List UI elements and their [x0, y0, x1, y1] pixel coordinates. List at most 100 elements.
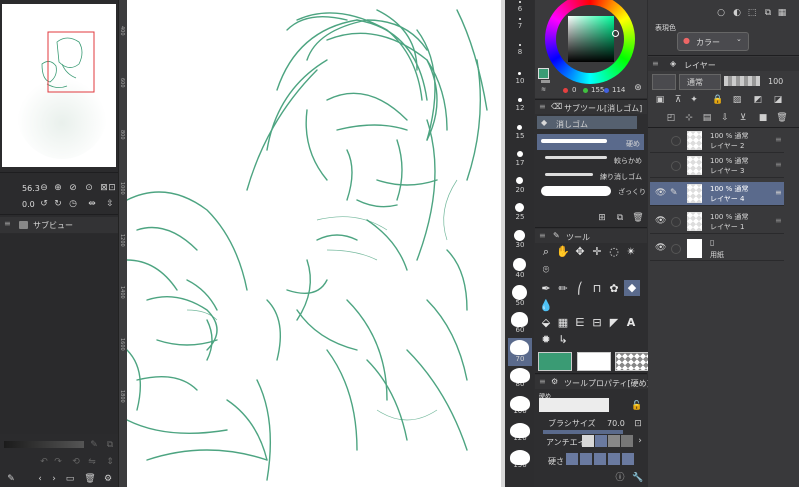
eye-icon[interactable]: 👁 [655, 188, 666, 198]
lock-icon[interactable]: 🔒 [712, 94, 724, 106]
brush-size-item[interactable]: 60 [508, 312, 532, 334]
subtool-item-label[interactable]: 硬め [626, 139, 640, 149]
hue-marker[interactable] [612, 30, 619, 37]
magic-wand-tool-icon[interactable]: ✴ [624, 245, 638, 259]
transparent-color-chip[interactable] [615, 352, 649, 371]
clip-icon[interactable]: ▣ [654, 94, 666, 106]
fill-view-icon[interactable]: ⊡ [106, 182, 118, 194]
blend-tool-icon[interactable]: 💧 [539, 299, 553, 313]
folder-icon[interactable]: ▭ [64, 473, 76, 485]
saturation-value-square[interactable] [568, 16, 614, 62]
wrench-icon[interactable]: 🔧 [632, 472, 644, 484]
hardness-level[interactable] [566, 453, 578, 465]
brush-size-item[interactable]: 150 [508, 450, 532, 469]
eye-icon[interactable]: 👁 [655, 243, 666, 253]
flip-icon[interactable]: ⇋ [86, 456, 98, 468]
brush-tool-icon[interactable]: ⎛ [573, 282, 587, 296]
decoration-tool-icon[interactable]: ✿ [607, 282, 621, 296]
sub-color-swatch[interactable] [541, 80, 550, 83]
navigator-preview[interactable] [2, 4, 116, 167]
menu-icon[interactable]: ≡ [4, 219, 11, 228]
brush-size-value[interactable]: 70.0 [607, 419, 625, 428]
eye-icon[interactable]: 👁 [655, 216, 666, 226]
lock-transparent-icon[interactable]: ▨ [731, 94, 743, 106]
actual-size-icon[interactable]: ⊙ [83, 182, 95, 194]
grid-icon[interactable]: ▦ [776, 7, 788, 19]
brush-size-item[interactable]: 120 [508, 423, 532, 442]
subview-area[interactable] [0, 234, 122, 434]
layer-mask-icon[interactable]: ■ [757, 112, 769, 124]
layer-row[interactable]: 100 % 通常 レイヤー 3 ≡ [650, 154, 784, 178]
antialias-option[interactable] [582, 435, 594, 447]
brush-size-item[interactable]: 100 [508, 396, 532, 415]
layer-row-selected[interactable]: 👁 ✎ 100 % 通常 レイヤー 4 ≡ [650, 182, 784, 206]
balloon-tool-icon[interactable]: ✹ [539, 333, 553, 347]
info-icon[interactable]: ⓘ [614, 472, 626, 484]
drag-handle-icon[interactable]: ≡ [775, 188, 782, 197]
import-icon[interactable]: ⧉ [104, 439, 116, 451]
menu-icon[interactable]: ≡ [539, 102, 546, 111]
layer-lock-toggle[interactable] [671, 217, 681, 227]
fit-to-window-icon[interactable]: ⊘ [67, 182, 79, 194]
brush-size-item[interactable]: 10 [508, 72, 532, 85]
move-tool-icon[interactable]: ✛ [590, 245, 604, 259]
layer-lock-toggle[interactable] [671, 136, 681, 146]
arrow-right-icon[interactable]: › [48, 473, 60, 485]
brush-size-item[interactable]: 40 [508, 258, 532, 279]
draft-icon[interactable]: ✦ [688, 94, 700, 106]
rotate-icon[interactable]: ⟲ [70, 456, 82, 468]
expand-icon[interactable]: › [634, 435, 646, 447]
transfer-down-icon[interactable]: ⇩ [719, 112, 731, 124]
airbrush-tool-icon[interactable]: ⊓ [590, 282, 604, 296]
subtool-item-label[interactable]: 練り消しゴム [600, 172, 642, 182]
opacity-value[interactable]: 100 [768, 77, 783, 86]
hand-tool-icon[interactable]: ✋ [556, 245, 570, 259]
new-folder-icon[interactable]: ▤ [701, 112, 713, 124]
brush-size-dynamics-icon[interactable]: ⊡ [632, 418, 644, 430]
brush-size-item[interactable]: 7 [508, 18, 532, 30]
drag-handle-icon[interactable]: ≡ [775, 216, 782, 225]
subtool-item-label[interactable]: 較らかめ [614, 156, 642, 166]
brush-size-item[interactable]: 8 [508, 44, 532, 56]
duplicate-subtool-icon[interactable]: ⧉ [614, 212, 626, 224]
canvas-scrollbar[interactable] [501, 0, 505, 487]
hardness-level[interactable] [580, 453, 592, 465]
brush-size-item[interactable]: 12 [508, 98, 532, 112]
opacity-slider[interactable] [724, 76, 760, 86]
rotate-tool-icon[interactable]: ✥ [573, 245, 587, 259]
mask-icon[interactable]: ◩ [752, 94, 764, 106]
subtool-item-label[interactable]: ざっくり [618, 187, 646, 197]
next-icon[interactable]: ↷ [52, 456, 64, 468]
drawing-canvas[interactable] [127, 0, 505, 487]
eraser-tool-selected[interactable]: ◆ [624, 280, 640, 296]
ruler-tool-icon[interactable]: ◤ [607, 316, 621, 330]
delete-layer-icon[interactable]: 🗑 [776, 112, 788, 124]
lock-icon[interactable]: 🔓 [631, 400, 643, 412]
brush-size-item[interactable]: 15 [508, 125, 532, 140]
brush-size-item[interactable]: 25 [508, 203, 532, 221]
flip-horizontal-icon[interactable]: ⇹ [86, 198, 98, 210]
figure-tool-icon[interactable]: ⋿ [573, 316, 587, 330]
reference-icon[interactable]: ⊼ [672, 94, 684, 106]
flip-vertical-icon[interactable]: ⇳ [104, 198, 116, 210]
new-raster-layer-icon[interactable]: ◰ [665, 112, 677, 124]
layer-lock-toggle[interactable] [671, 161, 681, 171]
hardness-level[interactable] [608, 453, 620, 465]
visibility-toggle[interactable] [656, 136, 665, 145]
gradient-tool-icon[interactable]: ▦ [556, 316, 570, 330]
brush-size-item[interactable]: 20 [508, 177, 532, 194]
new-vector-layer-icon[interactable]: ⊹ [683, 112, 695, 124]
brush-size-item[interactable]: 50 [508, 285, 532, 307]
hardness-level[interactable] [622, 453, 634, 465]
main-color-swatch[interactable] [538, 68, 549, 79]
fill-tool-icon[interactable]: ⬙ [539, 316, 553, 330]
drag-handle-icon[interactable]: ≡ [775, 160, 782, 169]
pencil-tool-icon[interactable]: ✏ [556, 282, 570, 296]
menu-icon[interactable]: ≡ [652, 59, 659, 68]
layer-mode-toggle[interactable] [652, 74, 676, 90]
prev-icon[interactable]: ↶ [38, 456, 50, 468]
arrow-left-icon[interactable]: ‹ [34, 473, 46, 485]
correct-line-tool-icon[interactable]: ↳ [556, 333, 570, 347]
reset-rotation-icon[interactable]: ◷ [67, 198, 79, 210]
settings-icon[interactable]: ⚙ [102, 473, 114, 485]
